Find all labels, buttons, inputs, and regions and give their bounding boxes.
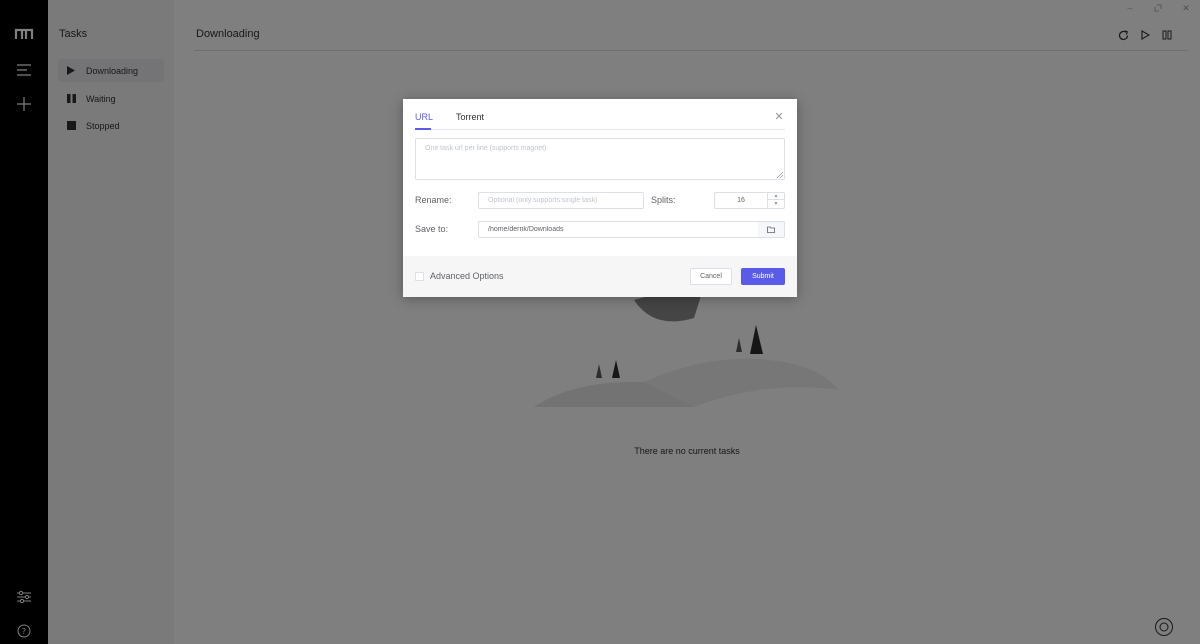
active-tab-indicator — [415, 128, 431, 130]
folder-icon[interactable] — [758, 221, 785, 238]
dialog-footer: Advanced Options Cancel Submit — [403, 256, 797, 297]
dialog-close-icon[interactable]: ✕ — [773, 110, 785, 123]
cancel-button[interactable]: Cancel — [690, 268, 732, 285]
rename-label: Rename: — [415, 195, 452, 205]
splits-stepper[interactable]: 16 ▲ ▼ — [714, 192, 785, 209]
advanced-options-checkbox[interactable] — [415, 272, 424, 281]
dialog-tabs: URL Torrent — [415, 110, 785, 130]
submit-button[interactable]: Submit — [741, 268, 785, 285]
tab-label: Torrent — [456, 112, 485, 122]
resize-grip-icon[interactable] — [777, 172, 783, 178]
decrement-icon[interactable]: ▼ — [768, 200, 784, 207]
tab-torrent[interactable]: Torrent — [456, 112, 484, 122]
stepper-buttons: ▲ ▼ — [767, 193, 784, 208]
rename-input[interactable] — [478, 192, 644, 209]
save-to-input[interactable] — [478, 221, 759, 238]
advanced-options-label[interactable]: Advanced Options — [430, 271, 504, 281]
add-task-dialog: URL Torrent ✕ Rename: Splits: 16 ▲ ▼ Sav… — [403, 99, 797, 297]
modal-overlay[interactable] — [0, 0, 1200, 644]
save-to-label: Save to: — [415, 224, 449, 234]
splits-label: Splits: — [651, 195, 676, 205]
tab-label: URL — [415, 112, 434, 122]
tab-url[interactable]: URL — [415, 112, 433, 122]
url-input[interactable] — [415, 138, 785, 180]
increment-icon[interactable]: ▲ — [768, 193, 784, 200]
splits-value: 16 — [737, 197, 745, 204]
